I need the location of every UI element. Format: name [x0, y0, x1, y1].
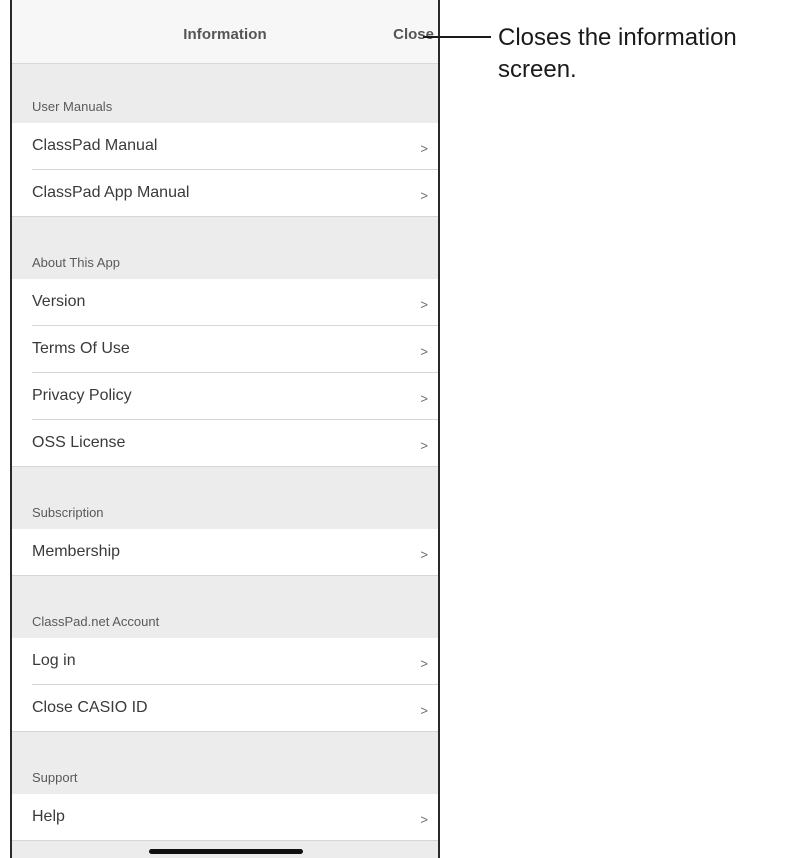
menu-item-label: Version [32, 293, 86, 310]
menu-item-privacy-policy[interactable]: Privacy Policy > [12, 373, 438, 420]
menu-item-log-in[interactable]: Log in > [12, 638, 438, 685]
manual-figure: Information Close User Manuals ClassPad … [0, 0, 803, 858]
section-header-classpad-net-account: ClassPad.net Account [12, 576, 438, 638]
menu-item-close-casio-id[interactable]: Close CASIO ID > [12, 685, 438, 732]
section-label: ClassPad.net Account [32, 614, 160, 629]
home-indicator[interactable] [149, 849, 303, 854]
chevron-right-icon: > [420, 141, 428, 156]
section-label: Subscription [32, 505, 104, 520]
section-label: User Manuals [32, 99, 113, 114]
menu-item-version[interactable]: Version > [12, 279, 438, 326]
chevron-right-icon: > [420, 703, 428, 718]
chevron-right-icon: > [420, 391, 428, 406]
chevron-right-icon: > [420, 438, 428, 453]
menu-item-label: Terms Of Use [32, 340, 130, 357]
divider [12, 840, 438, 841]
chevron-right-icon: > [420, 188, 428, 203]
chevron-right-icon: > [420, 812, 428, 827]
menu-item-label: ClassPad Manual [32, 137, 158, 154]
section-label: Support [32, 770, 78, 785]
section-header-subscription: Subscription [12, 467, 438, 529]
menu-item-label: Log in [32, 652, 76, 669]
menu-item-help[interactable]: Help > [12, 794, 438, 841]
menu-item-label: Privacy Policy [32, 387, 132, 404]
chevron-right-icon: > [420, 547, 428, 562]
menu-item-classpad-app-manual[interactable]: ClassPad App Manual > [12, 170, 438, 217]
chevron-right-icon: > [420, 344, 428, 359]
information-screen: Information Close User Manuals ClassPad … [10, 0, 440, 858]
chevron-right-icon: > [420, 656, 428, 671]
chevron-right-icon: > [420, 297, 428, 312]
section-header-about-this-app: About This App [12, 217, 438, 279]
menu-item-label: ClassPad App Manual [32, 184, 190, 201]
navigation-bar: Information Close [12, 0, 438, 64]
menu-item-oss-license[interactable]: OSS License > [12, 420, 438, 467]
callout-annotation: Closes the information screen. [498, 24, 737, 83]
menu-item-membership[interactable]: Membership > [12, 529, 438, 576]
menu-item-label: Membership [32, 543, 121, 560]
section-header-support: Support [12, 732, 438, 794]
section-header-user-manuals: User Manuals [12, 64, 438, 123]
close-button[interactable]: Close [393, 26, 434, 43]
menu-item-label: Help [32, 808, 65, 825]
menu-item-label: OSS License [32, 434, 126, 451]
section-label: About This App [32, 255, 120, 270]
callout-leader-line [423, 36, 491, 38]
page-title: Information [183, 26, 267, 43]
menu-item-terms-of-use[interactable]: Terms Of Use > [12, 326, 438, 373]
menu-item-classpad-manual[interactable]: ClassPad Manual > [12, 123, 438, 170]
menu-item-label: Close CASIO ID [32, 699, 148, 716]
